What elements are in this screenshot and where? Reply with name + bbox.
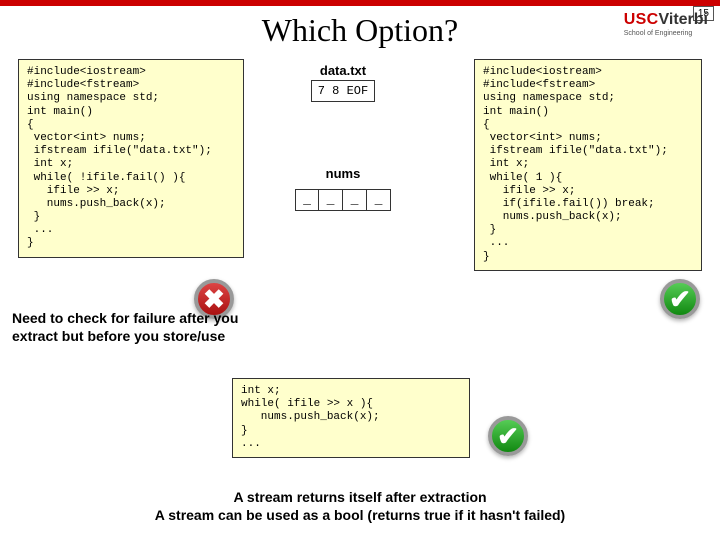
- footer-line: A stream can be used as a bool (returns …: [0, 506, 720, 524]
- page-title: Which Option?: [0, 12, 720, 49]
- hint-line: Need to check for failure after you: [12, 310, 238, 328]
- brand-viterbi: Viterbi: [659, 11, 709, 28]
- brand-logo: USCViterbi School of Engineering: [624, 14, 708, 39]
- footer-notes: A stream returns itself after extraction…: [0, 488, 720, 524]
- hint-text: Need to check for failure after you extr…: [12, 310, 238, 345]
- brand-school: School of Engineering: [624, 30, 693, 37]
- data-file-label: data.txt: [258, 63, 428, 78]
- brand-usc: USC: [624, 11, 659, 28]
- nums-label: nums: [258, 166, 428, 181]
- footer-line: A stream returns itself after extraction: [0, 488, 720, 506]
- code-option-right: #include<iostream> #include<fstream> usi…: [474, 59, 702, 271]
- correct-icon: ✔: [660, 279, 700, 319]
- hint-line: extract but before you store/use: [12, 328, 238, 346]
- code-option-bottom: int x; while( ifile >> x ){ nums.push_ba…: [232, 378, 470, 458]
- nums-cell: _: [367, 189, 391, 211]
- middle-column: data.txt 7 8 EOF nums _ _ _ _: [258, 63, 428, 211]
- nums-cell: _: [343, 189, 367, 211]
- nums-cell: _: [295, 189, 319, 211]
- correct-icon: ✔: [488, 416, 528, 456]
- nums-array: _ _ _ _: [258, 189, 428, 211]
- nums-cell: _: [319, 189, 343, 211]
- accent-bar: [0, 0, 720, 6]
- data-file-contents: 7 8 EOF: [311, 80, 375, 102]
- code-option-left: #include<iostream> #include<fstream> usi…: [18, 59, 244, 258]
